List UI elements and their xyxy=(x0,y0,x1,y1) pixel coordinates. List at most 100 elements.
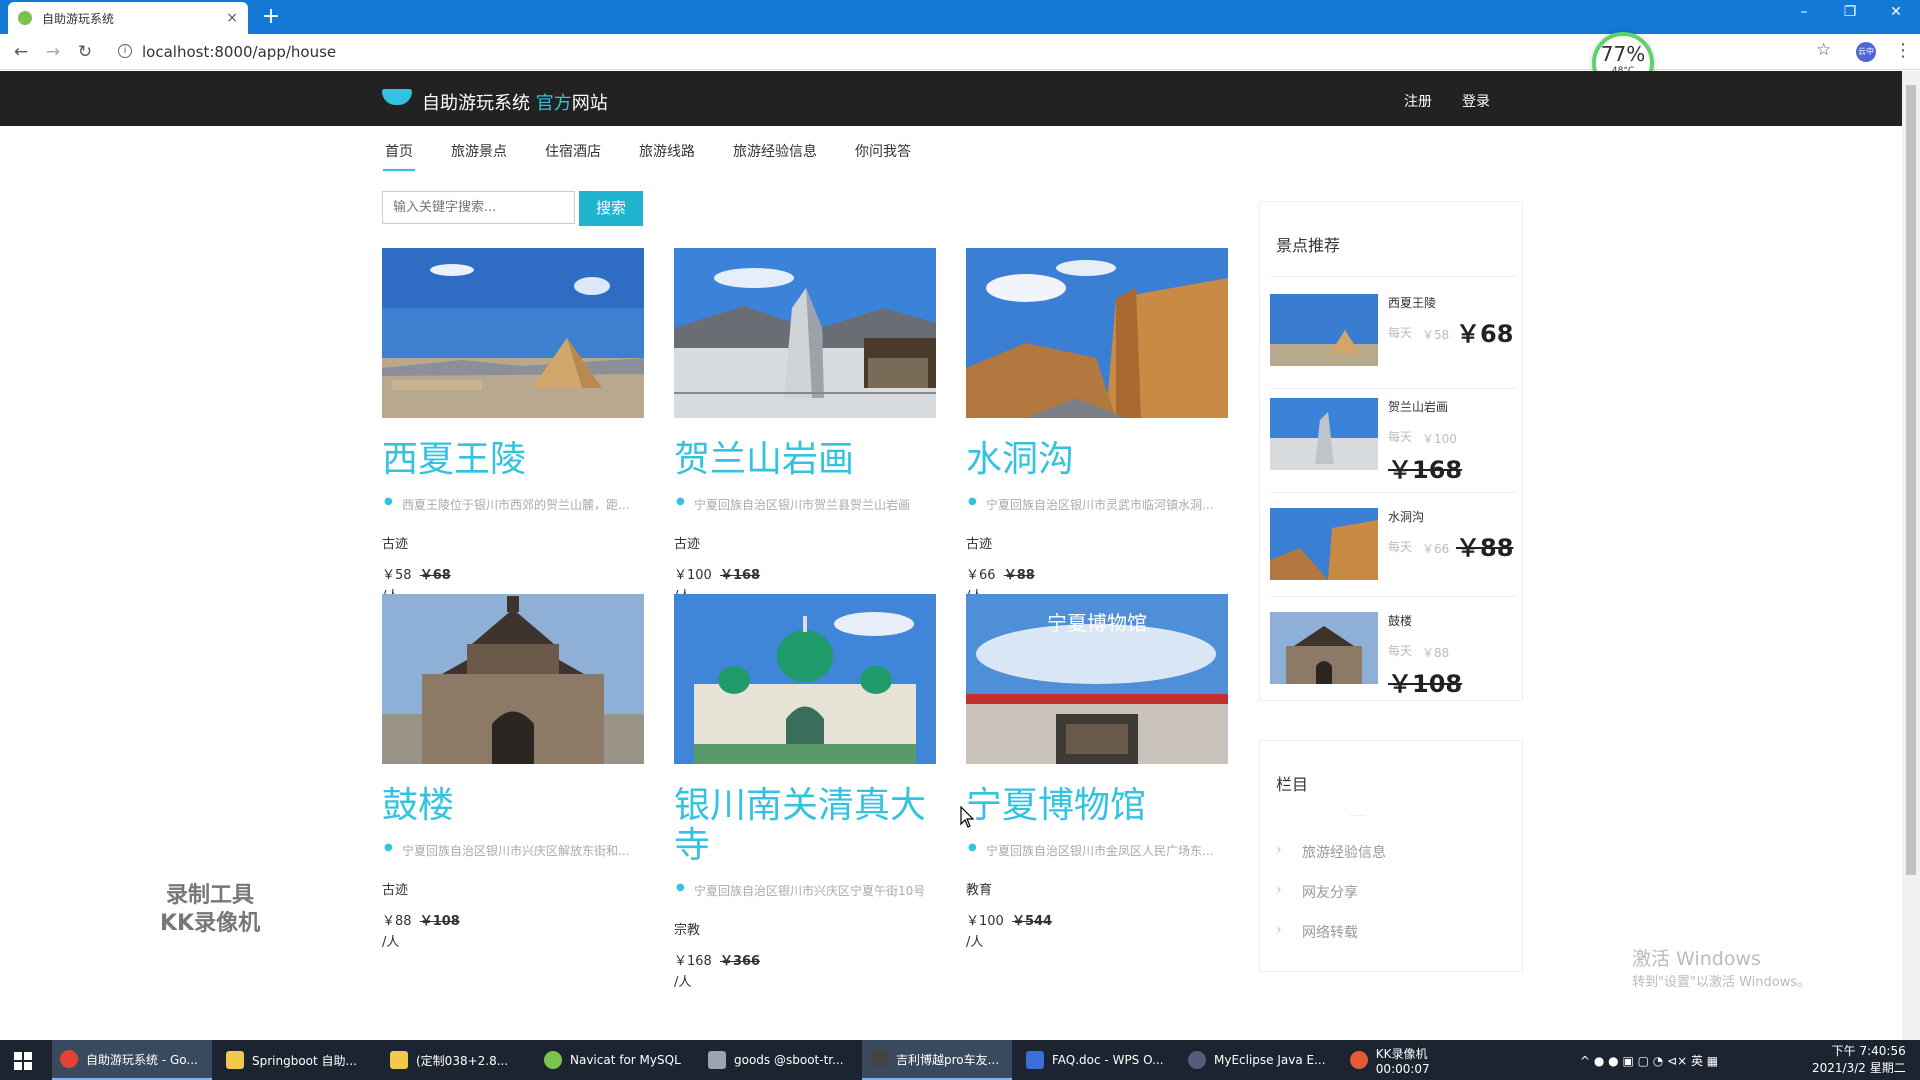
attraction-price: ￥168 ￥366 xyxy=(674,950,936,969)
bookmark-star-icon[interactable]: ☆ xyxy=(1816,40,1831,60)
recommend-item[interactable]: 西夏王陵 每天 ￥58 ￥68 xyxy=(1270,294,1516,384)
column-link-repost[interactable]: 网络转载 xyxy=(1276,922,1358,942)
tab-close-icon[interactable]: × xyxy=(226,10,238,26)
attraction-name[interactable]: 贺兰山岩画 xyxy=(674,440,936,480)
browser-tabbar: 自助游玩系统 × + – ❐ ✕ xyxy=(0,0,1920,34)
scrollbar-thumb[interactable] xyxy=(1906,85,1916,875)
divider xyxy=(1270,388,1516,389)
tab-title: 自助游玩系统 xyxy=(42,11,115,26)
recommend-thumb[interactable] xyxy=(1270,508,1378,580)
taskbar-wps[interactable]: FAQ.doc - WPS O... xyxy=(1018,1040,1178,1080)
nav-experience[interactable]: 旅游经验信息 xyxy=(733,141,817,161)
museum-sign: 宁夏博物馆 xyxy=(1047,611,1147,635)
nav-qa[interactable]: 你问我答 xyxy=(855,141,911,161)
taskbar-item[interactable]: Springboot 自助... xyxy=(218,1040,378,1080)
search-button[interactable]: 搜索 xyxy=(579,191,643,226)
search-input[interactable] xyxy=(382,191,575,224)
divider xyxy=(1270,596,1516,597)
price-unit: /人 xyxy=(674,975,692,990)
close-window-button[interactable]: ✕ xyxy=(1876,4,1916,20)
profile-avatar[interactable]: 云中 xyxy=(1856,42,1876,62)
attraction-card[interactable]: 银川南关清真大寺 宁夏回族自治区银川市兴庆区宁夏午街10号 宗教 ￥168 ￥3… xyxy=(674,594,936,990)
recommend-name[interactable]: 西夏王陵 xyxy=(1388,294,1436,311)
attraction-name[interactable]: 西夏王陵 xyxy=(382,440,644,480)
attraction-name[interactable]: 宁夏博物馆 xyxy=(966,786,1228,826)
recommend-thumb[interactable] xyxy=(1270,612,1378,684)
leaf-favicon-icon xyxy=(18,11,32,25)
recommend-price: ￥88 xyxy=(1422,646,1450,660)
windows-activation-hint: 转到"设置"以激活 Windows。 xyxy=(1632,975,1811,990)
brand-accent: 官方 xyxy=(535,93,572,114)
attraction-image[interactable] xyxy=(382,594,644,764)
attraction-image[interactable] xyxy=(966,248,1228,418)
forward-arrow-icon[interactable]: → xyxy=(42,42,64,62)
attraction-price: ￥58 ￥68 xyxy=(382,564,644,583)
brand-tail: 网站 xyxy=(571,93,608,114)
attraction-card[interactable]: 西夏王陵 西夏王陵位于银川市西郊的贺兰山麓，距... 古迹 ￥58 ￥68 /人 xyxy=(382,248,644,604)
attraction-card[interactable]: 鼓楼 宁夏回族自治区银川市兴庆区解放东街和... 古迹 ￥88 ￥108 /人 xyxy=(382,594,644,950)
current-price: ￥168 xyxy=(674,954,712,969)
attraction-image[interactable] xyxy=(674,248,936,418)
taskbar-item[interactable]: 吉利博越pro车友... xyxy=(862,1040,1012,1080)
taskbar-myeclipse[interactable]: MyEclipse Java E... xyxy=(1180,1040,1340,1080)
recorder-icon xyxy=(1350,1051,1368,1069)
recommend-item[interactable]: 水洞沟 每天 ￥66 ￥88 xyxy=(1270,508,1516,598)
attraction-address: 宁夏回族自治区银川市兴庆区宁夏午街10号 xyxy=(674,882,936,899)
clock-date: 2021/3/2 星期二 xyxy=(1812,1061,1906,1075)
attraction-name[interactable]: 银川南关清真大寺 xyxy=(674,786,936,866)
back-arrow-icon[interactable]: ← xyxy=(10,42,32,62)
page-scrollbar[interactable] xyxy=(1902,71,1920,1040)
nav-hotels[interactable]: 住宿酒店 xyxy=(545,141,601,161)
recommend-price: ￥58 xyxy=(1422,328,1450,342)
taskbar-chrome[interactable]: 自助游玩系统 - Go... xyxy=(52,1040,212,1080)
url-field[interactable]: localhost:8000/app/house xyxy=(142,43,336,61)
browser-tab[interactable]: 自助游玩系统 × xyxy=(8,2,248,34)
taskbar-item[interactable]: (定制038+2.8... xyxy=(382,1040,537,1080)
maximize-button[interactable]: ❐ xyxy=(1830,4,1870,20)
attraction-card[interactable]: 水洞沟 宁夏回族自治区银川市灵武市临河镇水洞... 古迹 ￥66 ￥88 /人 xyxy=(966,248,1228,604)
windows-start-icon[interactable] xyxy=(14,1052,32,1070)
reload-icon[interactable]: ↻ xyxy=(74,42,96,62)
attraction-price: ￥100 ￥544 xyxy=(966,910,1228,929)
new-tab-button[interactable]: + xyxy=(258,4,284,29)
column-link-experience[interactable]: 旅游经验信息 xyxy=(1276,842,1386,862)
current-price: ￥100 xyxy=(966,914,1004,929)
attraction-image[interactable] xyxy=(674,594,936,764)
attraction-image[interactable]: 宁夏博物馆 xyxy=(966,594,1228,764)
taskbar-recorder[interactable]: KK录像机 00:00:07 xyxy=(1342,1040,1492,1080)
site-brand[interactable]: 自助游玩系统 官方网站 xyxy=(422,89,608,115)
recommend-name[interactable]: 贺兰山岩画 xyxy=(1388,398,1448,415)
system-tray[interactable]: ^ ● ● ▣ ▢ ◔ ⊲× 英 ▦ xyxy=(1580,1052,1718,1069)
menu-kebab-icon[interactable]: ⋮ xyxy=(1894,40,1912,61)
recommend-name[interactable]: 水洞沟 xyxy=(1388,508,1424,525)
attraction-image[interactable] xyxy=(382,248,644,418)
recommend-label: 每天 xyxy=(1388,430,1413,444)
recommend-thumb[interactable] xyxy=(1270,294,1378,366)
attraction-category: 宗教 xyxy=(674,923,701,938)
login-link[interactable]: 登录 xyxy=(1462,91,1490,111)
nav-attractions[interactable]: 旅游景点 xyxy=(451,141,507,161)
attraction-category: 古迹 xyxy=(382,883,409,898)
taskbar-item[interactable]: goods @sboot-tr... xyxy=(700,1040,860,1080)
recommend-big-price: ￥88 xyxy=(1456,534,1514,562)
attraction-address: 西夏王陵位于银川市西郊的贺兰山麓，距... xyxy=(382,496,644,513)
recommend-name[interactable]: 鼓楼 xyxy=(1388,612,1412,629)
attraction-card[interactable]: 宁夏博物馆 宁夏博物馆 宁夏回族自治区银川市金凤区人民广场东... 教育 ￥10… xyxy=(966,594,1228,950)
recommend-item[interactable]: 鼓楼 每天 ￥88 ￥108 xyxy=(1270,612,1516,702)
attraction-price: ￥100 ￥168 xyxy=(674,564,936,583)
attraction-name[interactable]: 鼓楼 xyxy=(382,786,644,826)
register-link[interactable]: 注册 xyxy=(1404,91,1432,111)
column-link-share[interactable]: 网友分享 xyxy=(1276,882,1358,902)
logo-icon[interactable] xyxy=(382,89,412,105)
price-unit: /人 xyxy=(382,935,400,950)
minimize-button[interactable]: – xyxy=(1784,4,1824,20)
recommend-item[interactable]: 贺兰山岩画 每天 ￥100 ￥168 xyxy=(1270,398,1516,488)
nav-home[interactable]: 首页 xyxy=(383,141,415,171)
taskbar-navicat[interactable]: Navicat for MySQL xyxy=(536,1040,696,1080)
info-icon[interactable]: i xyxy=(118,44,132,58)
attraction-card[interactable]: 贺兰山岩画 宁夏回族自治区银川市贺兰县贺兰山岩画 古迹 ￥100 ￥168 /人 xyxy=(674,248,936,604)
attraction-name[interactable]: 水洞沟 xyxy=(966,440,1228,480)
system-clock[interactable]: 下午 7:40:56 2021/3/2 星期二 xyxy=(1812,1043,1906,1077)
nav-routes[interactable]: 旅游线路 xyxy=(639,141,695,161)
recommend-thumb[interactable] xyxy=(1270,398,1378,470)
